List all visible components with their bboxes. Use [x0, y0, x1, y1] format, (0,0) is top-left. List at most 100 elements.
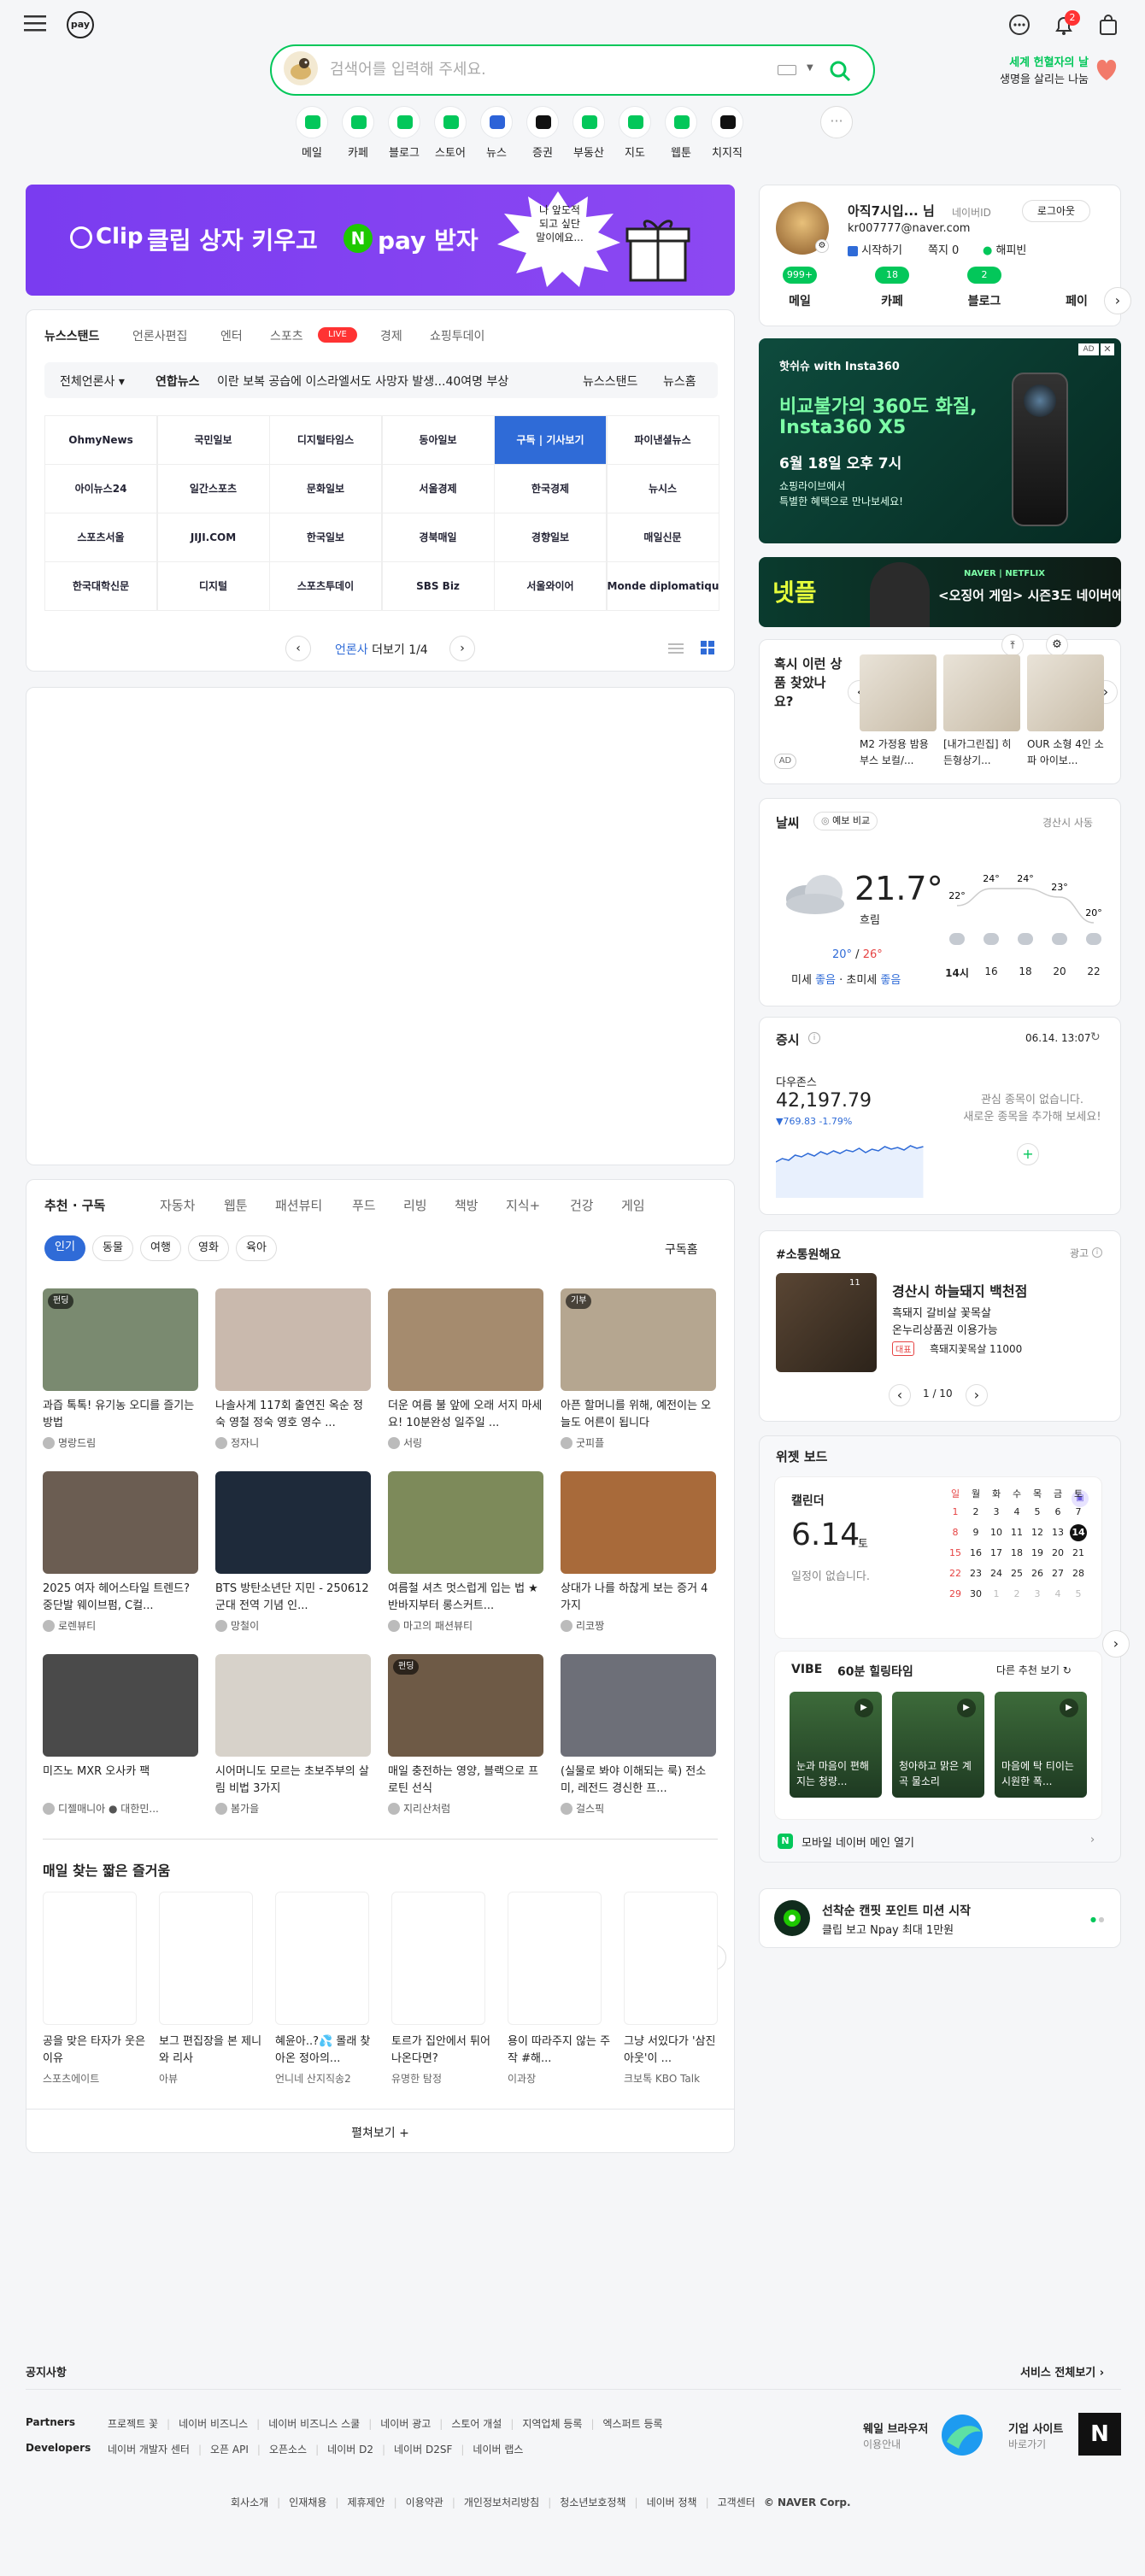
shopping-settings-icon[interactable]: ⚙	[1046, 634, 1068, 656]
content-thumbnail[interactable]	[388, 1288, 543, 1391]
content-title[interactable]: BTS 방탄소년단 지민 - 250612 군대 전역 기념 인...	[215, 1581, 371, 1615]
content-thumbnail[interactable]	[215, 1654, 371, 1757]
calendar-date-cell[interactable]: 1	[947, 1504, 964, 1521]
developer-link[interactable]: 오픈소스	[269, 2444, 307, 2456]
content-thumbnail[interactable]	[388, 1471, 543, 1574]
whale-label[interactable]: 웨일 브라우저	[863, 2420, 928, 2436]
partner-link[interactable]: 지역업체 등록	[522, 2418, 582, 2430]
calendar-date-cell[interactable]: 4	[1008, 1504, 1025, 1521]
content-thumbnail[interactable]	[561, 1471, 716, 1574]
profile-tab-2[interactable]: 블로그	[959, 292, 1010, 309]
press-logo[interactable]: 문화일보	[269, 464, 382, 513]
footer-link[interactable]: 고객센터	[718, 2497, 755, 2509]
shortcut-label[interactable]: 증권	[518, 144, 567, 160]
product-thumbnail[interactable]	[860, 654, 937, 731]
calendar-date-cell[interactable]: 18	[1008, 1545, 1025, 1562]
short-thumbnail[interactable]	[624, 1892, 718, 2025]
press-logo[interactable]: JIJI.COM	[156, 513, 270, 562]
short-title[interactable]: 용이 따라주지 않는 주작 #해...	[508, 2033, 612, 2068]
content-author[interactable]: 지리산처럼	[403, 1801, 543, 1816]
short-thumbnail[interactable]	[275, 1892, 369, 2025]
short-author[interactable]: 이과장	[508, 2071, 612, 2086]
press-logo[interactable]: 디지털	[156, 561, 270, 611]
recommend-tab[interactable]: 자동차	[160, 1196, 195, 1214]
recommend-tab[interactable]: 지식+	[506, 1196, 540, 1214]
shortcut-7-icon[interactable]	[619, 106, 651, 138]
calendar-date-cell[interactable]: 23	[967, 1565, 984, 1582]
short-thumbnail[interactable]	[508, 1892, 602, 2025]
shortcut-5-icon[interactable]	[526, 106, 559, 138]
shortcut-label[interactable]: 부동산	[564, 144, 614, 160]
calendar-date-cell[interactable]: 28	[1070, 1565, 1087, 1582]
product-thumbnail[interactable]	[1027, 654, 1104, 731]
news-prev-button[interactable]: ‹	[285, 636, 311, 661]
calendar-date-cell[interactable]: 9	[967, 1524, 984, 1541]
calendar-date-cell[interactable]: 20	[1049, 1545, 1066, 1562]
footer-link[interactable]: 청소년보호정책	[560, 2497, 625, 2509]
pay-logo[interactable]: pay	[67, 11, 94, 38]
calendar-date-cell[interactable]: 8	[947, 1524, 964, 1541]
content-author[interactable]: 정자니	[231, 1435, 371, 1450]
shortcut-label[interactable]: 카페	[333, 144, 383, 160]
shortcut-8-icon[interactable]	[665, 106, 697, 138]
calendar-date-cell[interactable]: 29	[947, 1586, 964, 1603]
press-logo[interactable]: 서울와이어	[494, 561, 607, 611]
footer-link[interactable]: 이용약관	[406, 2497, 443, 2509]
recommend-chip[interactable]: 육아	[236, 1235, 277, 1261]
recommend-chip[interactable]: 인기	[44, 1235, 85, 1261]
press-logo[interactable]: 국민일보	[156, 415, 270, 465]
stock-add-button[interactable]: +	[1017, 1143, 1039, 1165]
calendar-date-cell[interactable]: 7	[1070, 1504, 1087, 1521]
sosang-ad-info-icon[interactable]: i	[1092, 1247, 1102, 1258]
short-thumbnail[interactable]	[159, 1892, 253, 2025]
list-view-icon[interactable]	[668, 643, 684, 654]
calendar-date-cell[interactable]: 2	[967, 1504, 984, 1521]
recommend-tab[interactable]: 리빙	[403, 1196, 427, 1214]
content-title[interactable]: 여름철 셔츠 멋스럽게 입는 법 ★ 반바지부터 롱스커트...	[388, 1581, 543, 1615]
short-title[interactable]: 그냥 서있다가 '삼진 아웃'이 ...	[624, 2033, 728, 2068]
sosang-prev-button[interactable]: ‹	[889, 1384, 911, 1406]
short-author[interactable]: 언니네 산지직송2	[275, 2071, 379, 2086]
content-thumbnail[interactable]	[43, 1471, 198, 1574]
developer-link[interactable]: 네이버 랩스	[473, 2444, 523, 2456]
news-tab[interactable]: 뉴스스탠드	[44, 327, 99, 344]
shortcut-label[interactable]: 지도	[610, 144, 660, 160]
content-author[interactable]: 봄가을	[231, 1801, 371, 1816]
press-logo[interactable]: OhmyNews	[44, 415, 157, 465]
shortcut-1-icon[interactable]	[342, 106, 374, 138]
stock-index-name[interactable]: 다우존스	[776, 1073, 817, 1089]
chat-icon[interactable]	[1008, 14, 1030, 36]
widget-next-button[interactable]: ›	[1102, 1630, 1130, 1658]
shortcut-label[interactable]: 뉴스	[472, 144, 521, 160]
profile-tab-1[interactable]: 카페	[866, 292, 918, 309]
weather-location[interactable]: 경산시 사동	[1042, 815, 1093, 830]
press-logo[interactable]: SBS Biz	[381, 561, 495, 611]
play-icon[interactable]: ▶	[1060, 1699, 1078, 1717]
profile-tab-3[interactable]: 페이	[1051, 292, 1102, 309]
search-icon[interactable]	[829, 60, 851, 82]
calendar-date-cell[interactable]: 11	[1008, 1524, 1025, 1541]
press-logo[interactable]: 일간스포츠	[156, 464, 270, 513]
short-author[interactable]: 크보톡 KBO Talk	[624, 2071, 728, 2086]
calendar-date-cell[interactable]: 30	[967, 1586, 984, 1603]
profile-menu-note[interactable]: 쪽지 0	[928, 241, 959, 257]
calendar-date-cell[interactable]: 6	[1049, 1504, 1066, 1521]
content-author[interactable]: 망철이	[231, 1618, 371, 1633]
calendar-date-cell[interactable]: 25	[1008, 1565, 1025, 1582]
content-title[interactable]: 과즙 톡톡! 유기농 오디를 즐기는 방법	[43, 1398, 198, 1432]
recommend-tab[interactable]: 건강	[570, 1196, 594, 1214]
calendar-date-cell[interactable]: 5	[1070, 1586, 1087, 1603]
short-title[interactable]: 공을 맞은 타자가 웃은 이유	[43, 2033, 147, 2068]
calendar-date-cell[interactable]: 16	[967, 1545, 984, 1562]
content-title[interactable]: 아픈 할머니를 위해, 예전이는 오늘도 어른이 됩니다	[561, 1398, 716, 1432]
promo-title[interactable]: 세계 헌혈자의 날	[995, 53, 1089, 69]
content-author[interactable]: 걸스픽	[576, 1801, 716, 1816]
short-title[interactable]: 혜윤아..?💦 몰래 찾아온 정아의...	[275, 2033, 379, 2068]
vibe-playlist[interactable]: ▶ 청아하고 맑은 계곡 물소리	[892, 1692, 984, 1798]
calendar-date-cell[interactable]: 10	[988, 1524, 1005, 1541]
play-icon[interactable]: ▶	[854, 1699, 873, 1717]
vibe-playlist[interactable]: ▶ 마음에 탁 티이는 시원한 폭...	[995, 1692, 1087, 1798]
calendar-date-cell[interactable]: 21	[1070, 1545, 1087, 1562]
recommend-tab[interactable]: 웹툰	[224, 1196, 248, 1214]
promo-subtitle[interactable]: 생명을 살리는 나눔	[986, 70, 1089, 86]
